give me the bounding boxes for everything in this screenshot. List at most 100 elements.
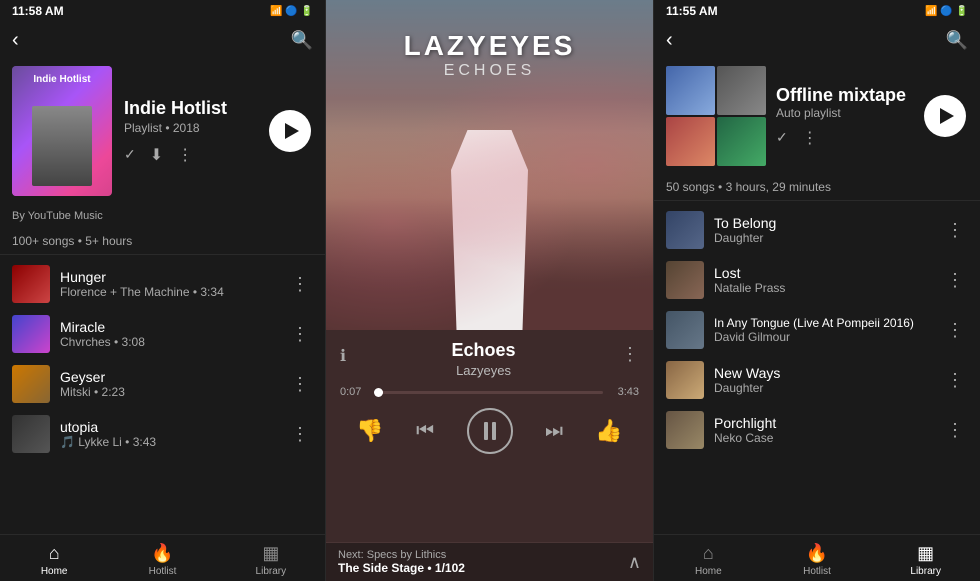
next-track-label: Next: Specs by Lithics: [338, 549, 465, 561]
song-info: In Any Tongue (Live At Pompeii 2016) Dav…: [714, 316, 932, 344]
nav-item-home[interactable]: ⌂ Home: [0, 535, 108, 581]
song-more-button[interactable]: ⋮: [287, 370, 313, 399]
right-play-triangle-icon: [940, 108, 954, 124]
list-item[interactable]: Lost Natalie Prass ⋮: [654, 255, 980, 305]
home-icon: ⌂: [703, 543, 714, 564]
left-panel: 11:58 AM 📶 🔵 🔋 ‹ 🔍 Indie Hotlist Indie H…: [0, 0, 326, 581]
song-more-button[interactable]: ⋮: [942, 316, 968, 345]
song-info: Hunger Florence + The Machine • 3:34: [60, 269, 277, 299]
center-panel: LAZYEYES ECHOES ℹ Echoes Lazyeyes ⋮ 0:07…: [326, 0, 654, 581]
album-art-text: LAZYEYES ECHOES: [326, 30, 653, 80]
song-more-button[interactable]: ⋮: [287, 420, 313, 449]
list-item[interactable]: utopia 🎵 Lykke Li • 3:43 ⋮: [0, 409, 325, 459]
left-bottom-nav: ⌂ Home 🔥 Hotlist ▦ Library: [0, 534, 325, 581]
list-item[interactable]: Miracle Chvrches • 3:08 ⋮: [0, 309, 325, 359]
right-search-button[interactable]: 🔍: [946, 30, 968, 51]
progress-bar[interactable]: [376, 391, 603, 394]
right-nav-item-library[interactable]: ▦ Library: [871, 535, 980, 581]
song-artist: Florence + The Machine • 3:34: [60, 285, 277, 299]
song-info: Geyser Mitski • 2:23: [60, 369, 277, 399]
next-track-bar[interactable]: Next: Specs by Lithics The Side Stage • …: [326, 542, 653, 581]
hotlist-icon: 🔥: [151, 543, 173, 564]
nav-home-label: Home: [41, 566, 68, 577]
song-more-button[interactable]: ⋮: [942, 416, 968, 445]
right-nav-item-home[interactable]: ⌂ Home: [654, 535, 763, 581]
song-info: Miracle Chvrches • 3:08: [60, 319, 277, 349]
left-back-button[interactable]: ‹: [12, 29, 19, 52]
next-chevron-icon[interactable]: ∧: [628, 552, 641, 573]
songs-meta: 100+ songs • 5+ hours: [0, 228, 325, 255]
song-more-button[interactable]: ⋮: [942, 216, 968, 245]
song-info: Lost Natalie Prass: [714, 265, 932, 295]
progress-container: 0:07 3:43: [340, 386, 639, 398]
list-item[interactable]: Hunger Florence + The Machine • 3:34 ⋮: [0, 259, 325, 309]
list-item[interactable]: Geyser Mitski • 2:23 ⋮: [0, 359, 325, 409]
library-icon: ▦: [262, 543, 279, 564]
song-thumbnail: [666, 261, 704, 299]
nav-hotlist-label: Hotlist: [149, 566, 177, 577]
playlist-thumb-label: Indie Hotlist: [12, 74, 112, 85]
progress-total: 3:43: [611, 386, 639, 398]
thumbs-up-button[interactable]: 👍: [595, 418, 622, 444]
play-triangle-icon: [285, 123, 299, 139]
hotlist-icon: 🔥: [806, 543, 828, 564]
song-artist: Chvrches • 3:08: [60, 335, 277, 349]
song-artist: Daughter: [714, 231, 932, 245]
right-song-list: To Belong Daughter ⋮ Lost Natalie Prass …: [654, 205, 980, 455]
list-item[interactable]: To Belong Daughter ⋮: [654, 205, 980, 255]
pause-button[interactable]: [467, 408, 513, 454]
song-thumbnail: [666, 211, 704, 249]
nav-home-label: Home: [695, 566, 722, 577]
save-icon[interactable]: ✓: [124, 146, 136, 163]
playlist-header: Indie Hotlist Indie Hotlist Playlist • 2…: [0, 58, 325, 204]
next-track-sublabel: The Side Stage • 1/102: [338, 561, 465, 575]
home-icon: ⌂: [49, 543, 60, 564]
right-status-icons: 📶 🔵 🔋: [925, 6, 968, 17]
player-more-button[interactable]: ⋮: [621, 344, 639, 365]
song-title: Hunger: [60, 269, 277, 285]
song-title: To Belong: [714, 215, 932, 231]
song-list: Hunger Florence + The Machine • 3:34 ⋮ M…: [0, 259, 325, 459]
song-more-button[interactable]: ⋮: [942, 366, 968, 395]
player-info: Echoes Lazyeyes: [346, 340, 621, 378]
thumb-cell-1: [666, 66, 715, 115]
right-play-button[interactable]: [924, 95, 966, 137]
song-thumbnail: [12, 415, 50, 453]
right-back-button[interactable]: ‹: [666, 29, 673, 52]
list-item[interactable]: In Any Tongue (Live At Pompeii 2016) Dav…: [654, 305, 980, 355]
song-title: New Ways: [714, 365, 932, 381]
song-title: Lost: [714, 265, 932, 281]
thumb-cell-4: [717, 117, 766, 166]
player-controls: ℹ Echoes Lazyeyes ⋮ 0:07 3:43 👎 ⏮: [326, 330, 653, 542]
song-more-button[interactable]: ⋮: [287, 320, 313, 349]
song-title: Porchlight: [714, 415, 932, 431]
playlist-play-button[interactable]: [269, 110, 311, 152]
nav-hotlist-label: Hotlist: [803, 566, 831, 577]
previous-button[interactable]: ⏮: [416, 420, 434, 443]
song-info: New Ways Daughter: [714, 365, 932, 395]
thumbs-down-button[interactable]: 👎: [356, 418, 383, 444]
song-thumbnail: [666, 411, 704, 449]
list-item[interactable]: Porchlight Neko Case ⋮: [654, 405, 980, 455]
song-artist: Neko Case: [714, 431, 932, 445]
next-button[interactable]: ⏭: [545, 420, 563, 443]
song-artist: 🎵 Lykke Li • 3:43: [60, 435, 277, 449]
album-art: LAZYEYES ECHOES: [326, 0, 653, 330]
next-track-info: Next: Specs by Lithics The Side Stage • …: [338, 549, 465, 575]
song-more-button[interactable]: ⋮: [942, 266, 968, 295]
song-artist: Natalie Prass: [714, 281, 932, 295]
more-icon[interactable]: ⋮: [177, 145, 193, 165]
list-item[interactable]: New Ways Daughter ⋮: [654, 355, 980, 405]
right-top-nav: ‹ 🔍: [654, 22, 980, 58]
download-icon[interactable]: ⬇: [150, 145, 163, 165]
left-search-button[interactable]: 🔍: [291, 30, 313, 51]
nav-item-library[interactable]: ▦ Library: [217, 535, 325, 581]
nav-item-hotlist[interactable]: 🔥 Hotlist: [108, 535, 216, 581]
song-thumbnail: [12, 265, 50, 303]
right-nav-item-hotlist[interactable]: 🔥 Hotlist: [763, 535, 872, 581]
song-info: To Belong Daughter: [714, 215, 932, 245]
right-check-icon[interactable]: ✓: [776, 129, 788, 146]
right-more-icon[interactable]: ⋮: [802, 128, 818, 148]
song-more-button[interactable]: ⋮: [287, 270, 313, 299]
player-top: ℹ Echoes Lazyeyes ⋮: [340, 340, 639, 378]
